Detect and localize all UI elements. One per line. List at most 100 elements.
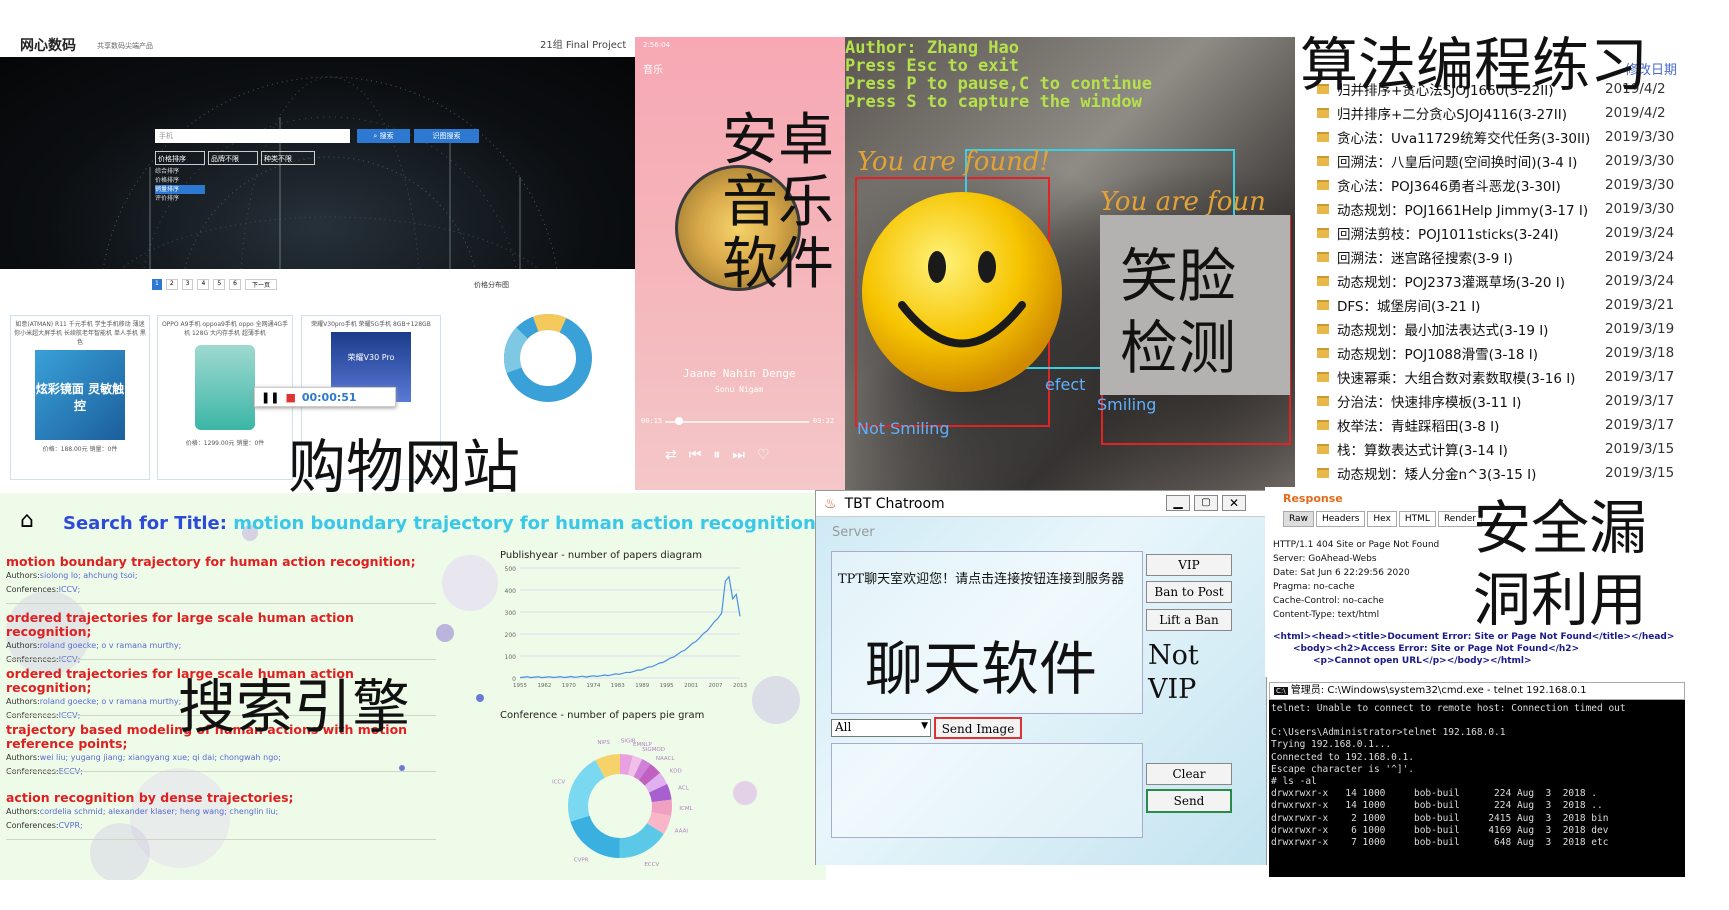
file-name: 分治法：快速排序模板(3-11 I): [1337, 395, 1522, 411]
file-row[interactable]: 动态规划：矮人分金n^3(3-15 I) 2019/3/15: [1295, 461, 1695, 485]
filter-type[interactable]: 种类不限: [261, 151, 315, 165]
next-page[interactable]: 下一页: [244, 279, 277, 290]
lift-ban-button[interactable]: Lift a Ban: [1146, 609, 1232, 631]
product-desc: 如意(ATMAN) R11 千元手机 学生手机移动 薄迷你小米超大屏手机 长续航…: [14, 321, 146, 346]
file-row[interactable]: DFS：城堡房间(3-21 I) 2019/3/21: [1295, 293, 1695, 317]
file-row[interactable]: 动态规划：POJ1088滑雪(3-18 I) 2019/3/18: [1295, 341, 1695, 365]
product-desc: 荣耀V30pro手机 荣耀5G手机 8GB+128GB: [311, 321, 431, 328]
page-3[interactable]: 3: [181, 279, 194, 290]
next-icon[interactable]: ⏭: [732, 447, 745, 463]
ban-to-post-button[interactable]: Ban to Post: [1146, 581, 1232, 603]
record-timer: 00:00:51: [301, 390, 357, 404]
result-conference: Conferences:ECCV;: [6, 767, 83, 776]
filter-price-sort[interactable]: 价格排序: [155, 151, 205, 165]
sort-option[interactable]: 评价排序: [155, 194, 205, 203]
file-row[interactable]: 回溯法剪枝：POJ1011sticks(3-24I) 2019/3/24: [1295, 221, 1695, 245]
minimize-icon[interactable]: ▁: [1166, 495, 1190, 511]
file-row[interactable]: 贪心法：POJ3646勇者斗恶龙(3-30I) 2019/3/30: [1295, 173, 1695, 197]
file-name: 归并排序+二分贪心SJOJ4116(3-27II): [1337, 107, 1567, 123]
shop-search-button[interactable]: ⌕ 搜索: [357, 129, 410, 143]
sort-option[interactable]: 价格排序: [155, 176, 205, 185]
file-date: 2019/3/15: [1605, 441, 1675, 457]
status-time: 2:56:04: [643, 41, 670, 49]
file-name: 动态规划：POJ2373灌溉草场(3-20 I): [1337, 275, 1566, 291]
pause-icon[interactable]: ⏸: [713, 447, 720, 463]
x-tick-label: 1970: [562, 683, 576, 689]
maximize-icon[interactable]: ▢: [1194, 495, 1218, 511]
result-divider: [6, 839, 436, 840]
player-controls: ⇄ ⏮ ⏸ ⏭ ♡: [665, 447, 770, 463]
home-icon[interactable]: ⌂: [20, 508, 34, 533]
image-search-button[interactable]: 识图搜索: [414, 129, 479, 143]
tab-html[interactable]: HTML: [1398, 511, 1436, 527]
file-row[interactable]: 快速幂乘：大组合数对素数取模(3-16 I) 2019/3/17: [1295, 365, 1695, 389]
progress-slider[interactable]: [665, 421, 809, 423]
overlay-algo-caption: 算法编程练习: [1300, 31, 1649, 99]
result-title[interactable]: motion boundary trajectory for human act…: [6, 555, 436, 569]
filter-brand[interactable]: 品牌不限: [208, 151, 258, 165]
file-row[interactable]: 贪心法：Uva11729统筹交代任务(3-30II) 2019/3/30: [1295, 125, 1695, 149]
progress-handle[interactable]: [675, 417, 683, 425]
file-row[interactable]: 回溯法：迷宫路径搜索(3-9 I) 2019/3/24: [1295, 245, 1695, 269]
pie-label: KDD: [670, 769, 682, 775]
recipient-select[interactable]: All ▼: [831, 719, 931, 737]
file-row[interactable]: 动态规划：POJ1661Help Jimmy(3-17 I) 2019/3/30: [1295, 197, 1695, 221]
file-name: 贪心法：POJ3646勇者斗恶龙(3-30I): [1337, 179, 1561, 195]
recording-toolbar: ❚❚ ■ 00:00:51: [254, 387, 396, 407]
result-title[interactable]: ordered trajectories for large scale hum…: [6, 611, 436, 639]
file-date: 2019/3/24: [1605, 273, 1675, 289]
stop-icon[interactable]: ■: [285, 391, 295, 404]
price-chart-title: 价格分布图: [474, 281, 509, 289]
file-name: 快速幂乘：大组合数对素数取模(3-16 I): [1337, 371, 1576, 387]
overlay-face-caption: 笑脸 检测: [1120, 242, 1237, 382]
file-row[interactable]: 分治法：快速排序模板(3-11 I) 2019/3/17: [1295, 389, 1695, 413]
file-row[interactable]: 回溯法：八皇后问题(空间换时间)(3-4 I) 2019/3/30: [1295, 149, 1695, 173]
page-2[interactable]: 2: [165, 279, 178, 290]
search-result-item[interactable]: motion boundary trajectory for human act…: [6, 555, 436, 597]
heart-icon[interactable]: ♡: [757, 447, 770, 463]
console-line: drwxrwxr-x 6 1000 bob-buil 4169 Aug 3 20…: [1271, 824, 1609, 836]
clear-button[interactable]: Clear: [1146, 763, 1232, 785]
file-name: 回溯法剪枝：POJ1011sticks(3-24I): [1337, 227, 1559, 243]
page-5[interactable]: 5: [213, 279, 226, 290]
page-4[interactable]: 4: [197, 279, 210, 290]
previous-icon[interactable]: ⏮: [689, 447, 702, 463]
file-row[interactable]: 动态规划：最小加法表达式(3-19 I) 2019/3/19: [1295, 317, 1695, 341]
page-6[interactable]: 6: [229, 279, 241, 290]
http-headers: HTTP/1.1 404 Site or Page Not Found Serv…: [1273, 540, 1440, 620]
vip-button[interactable]: VIP: [1146, 554, 1232, 576]
sort-option-selected[interactable]: 销量排序: [155, 185, 205, 194]
result-divider: [6, 603, 436, 604]
result-title[interactable]: action recognition by dense trajectories…: [6, 791, 436, 805]
product-card[interactable]: 如意(ATMAN) R11 千元手机 学生手机移动 薄迷你小米超大屏手机 长续航…: [10, 315, 150, 480]
shuffle-icon[interactable]: ⇄: [665, 447, 677, 463]
file-name: 动态规划：最小加法表达式(3-19 I): [1337, 323, 1549, 339]
send-image-button[interactable]: Send Image: [934, 717, 1022, 739]
chat-window-title: TBT Chatroom: [844, 495, 945, 512]
file-row[interactable]: 栈：算数表达式计算(3-14 I) 2019/3/15: [1295, 437, 1695, 461]
server-label: Server: [832, 525, 875, 540]
tab-headers[interactable]: Headers: [1315, 511, 1366, 527]
cmd-console[interactable]: telnet: Unable to connect to remote host…: [1269, 700, 1685, 877]
result-divider: [6, 771, 436, 772]
send-button[interactable]: Send: [1146, 789, 1232, 813]
file-row[interactable]: 动态规划：POJ2373灌溉草场(3-20 I) 2019/3/24: [1295, 269, 1695, 293]
tab-hex[interactable]: Hex: [1367, 511, 1397, 527]
tab-raw[interactable]: Raw: [1283, 511, 1314, 527]
sort-option[interactable]: 综合排序: [155, 167, 205, 176]
globe-banner: 手机 ⌕ 搜索 识图搜索 价格排序 品牌不限 种类不限 综合排序 价格排序 销量…: [0, 57, 635, 269]
close-icon[interactable]: ✕: [1222, 495, 1246, 511]
file-row[interactable]: 归并排序+二分贪心SJOJ4116(3-27II) 2019/4/2: [1295, 101, 1695, 125]
folder-icon: [1317, 276, 1329, 286]
console-line: Escape character is '^]'.: [1271, 763, 1414, 775]
folder-icon: [1317, 300, 1329, 310]
message-input[interactable]: [831, 743, 1143, 838]
folder-icon: [1317, 204, 1329, 214]
pause-icon[interactable]: ❚❚: [261, 391, 279, 404]
cmd-titlebar: C:\ 管理员: C:\Windows\system32\cmd.exe - t…: [1269, 682, 1685, 700]
shop-search-input[interactable]: 手机: [155, 129, 350, 143]
page-1[interactable]: 1: [152, 279, 162, 290]
search-result-item[interactable]: action recognition by dense trajectories…: [6, 791, 436, 833]
folder-icon: [1317, 156, 1329, 166]
file-row[interactable]: 枚举法：青蛙踩稻田(3-8 I) 2019/3/17: [1295, 413, 1695, 437]
